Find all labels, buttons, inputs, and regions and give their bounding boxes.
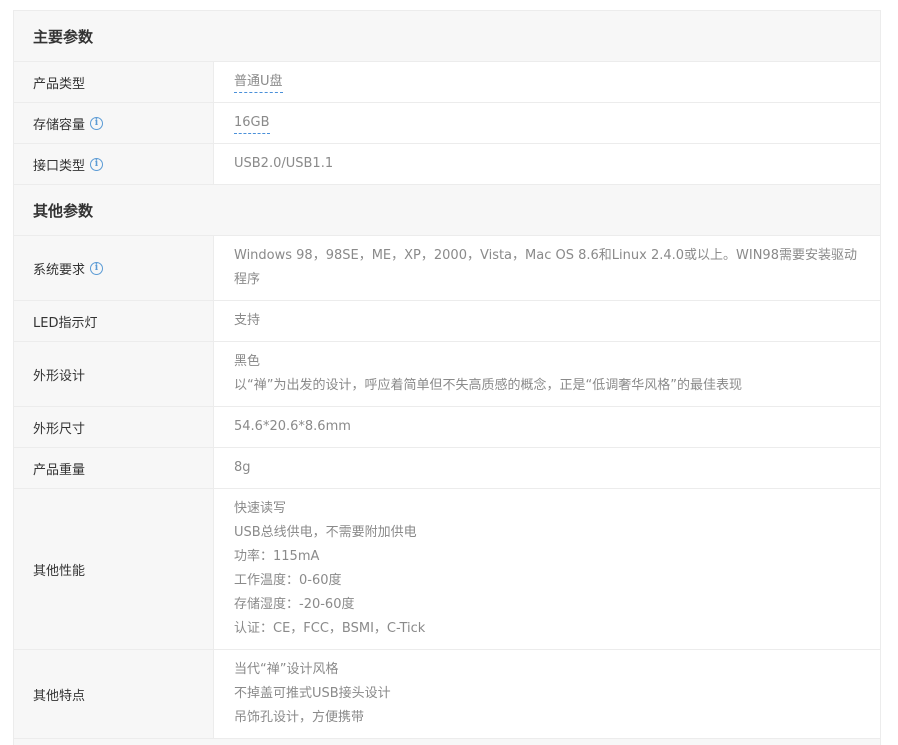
spec-value: USB2.0/USB1.1 [214, 144, 880, 184]
spec-row-size: 外形尺寸 54.6*20.6*8.6mm [14, 407, 880, 448]
table-footer-strip [14, 739, 880, 745]
spec-label: 外形设计 [14, 342, 214, 406]
spec-value: 当代“禅”设计风格 不掉盖可推式USB接头设计 吊饰孔设计，方便携带 [214, 650, 880, 738]
spec-row-features: 其他特点 当代“禅”设计风格 不掉盖可推式USB接头设计 吊饰孔设计，方便携带 [14, 650, 880, 739]
led-value: 支持 [234, 313, 261, 328]
system-value: Windows 98，98SE，ME，XP，2000，Vista，Mac OS … [234, 248, 857, 287]
features-value-line: 当代“禅”设计风格 [234, 662, 339, 677]
spec-label-text: 其他性能 [33, 563, 86, 579]
performance-value-line: 工作温度：0-60度 [234, 573, 342, 588]
spec-label: 产品重量 [14, 448, 214, 488]
performance-value-line: 认证：CE，FCC，BSMI，C-Tick [234, 621, 426, 636]
info-circle-icon[interactable]: i [90, 261, 104, 275]
spec-label: 存储容量 i [14, 103, 214, 143]
spec-value: 16GB [214, 103, 880, 143]
spec-value: 黑色 以“禅”为出发的设计，呼应着简单但不失高质感的概念，正是“低调奢华风格”的… [214, 342, 880, 406]
spec-label-text: 产品重量 [33, 462, 86, 478]
weight-value: 8g [234, 460, 251, 475]
spec-label-text: 外形设计 [33, 368, 86, 384]
spec-label: 其他性能 [14, 489, 214, 649]
spec-label: LED指示灯 [14, 301, 214, 341]
features-value-line: 吊饰孔设计，方便携带 [234, 710, 365, 725]
design-value-line: 以“禅”为出发的设计，呼应着简单但不失高质感的概念，正是“低调奢华风格”的最佳表… [234, 378, 742, 393]
spec-row-led: LED指示灯 支持 [14, 301, 880, 342]
spec-label-text: 产品类型 [33, 76, 86, 92]
spec-row-weight: 产品重量 8g [14, 448, 880, 489]
design-value-line: 黑色 [234, 354, 261, 369]
size-value: 54.6*20.6*8.6mm [234, 419, 351, 434]
performance-value-line: 存储湿度：-20-60度 [234, 597, 355, 612]
spec-value: 54.6*20.6*8.6mm [214, 407, 880, 447]
spec-row-system: 系统要求 i Windows 98，98SE，ME，XP，2000，Vista，… [14, 236, 880, 301]
spec-row-interface: 接口类型 i USB2.0/USB1.1 [14, 144, 880, 185]
spec-row-design: 外形设计 黑色 以“禅”为出发的设计，呼应着简单但不失高质感的概念，正是“低调奢… [14, 342, 880, 407]
spec-label-text: 系统要求 [33, 262, 86, 278]
spec-label: 外形尺寸 [14, 407, 214, 447]
spec-label: 系统要求 i [14, 236, 214, 300]
spec-label: 接口类型 i [14, 144, 214, 184]
info-circle-icon[interactable]: i [90, 157, 104, 171]
spec-row-capacity: 存储容量 i 16GB [14, 103, 880, 144]
spec-label: 产品类型 [14, 62, 214, 102]
spec-label-text: 其他特点 [33, 688, 86, 704]
performance-value-line: USB总线供电，不需要附加供电 [234, 525, 417, 540]
interface-value: USB2.0/USB1.1 [234, 156, 334, 171]
capacity-link[interactable]: 16GB [234, 113, 270, 134]
spec-table: 主要参数 产品类型 普通U盘 存储容量 i 16GB 接口类型 i USB2.0… [13, 10, 881, 745]
product-type-link[interactable]: 普通U盘 [234, 72, 283, 93]
info-circle-icon[interactable]: i [90, 116, 104, 130]
spec-row-performance: 其他性能 快速读写 USB总线供电，不需要附加供电 功率：115mA 工作温度：… [14, 489, 880, 650]
spec-value: Windows 98，98SE，ME，XP，2000，Vista，Mac OS … [214, 236, 880, 300]
spec-row-product-type: 产品类型 普通U盘 [14, 62, 880, 103]
spec-value: 快速读写 USB总线供电，不需要附加供电 功率：115mA 工作温度：0-60度… [214, 489, 880, 649]
spec-value: 支持 [214, 301, 880, 341]
section-title-other: 其他参数 [14, 185, 880, 236]
spec-label-text: 存储容量 [33, 117, 86, 133]
performance-value-line: 快速读写 [234, 501, 287, 516]
spec-label-text: 接口类型 [33, 158, 86, 174]
spec-label-text: LED指示灯 [33, 315, 98, 331]
spec-value: 普通U盘 [214, 62, 880, 102]
features-value-line: 不掉盖可推式USB接头设计 [234, 686, 391, 701]
spec-label: 其他特点 [14, 650, 214, 738]
performance-value-line: 功率：115mA [234, 549, 320, 564]
spec-label-text: 外形尺寸 [33, 421, 86, 437]
spec-value: 8g [214, 448, 880, 488]
section-title-main: 主要参数 [14, 11, 880, 62]
